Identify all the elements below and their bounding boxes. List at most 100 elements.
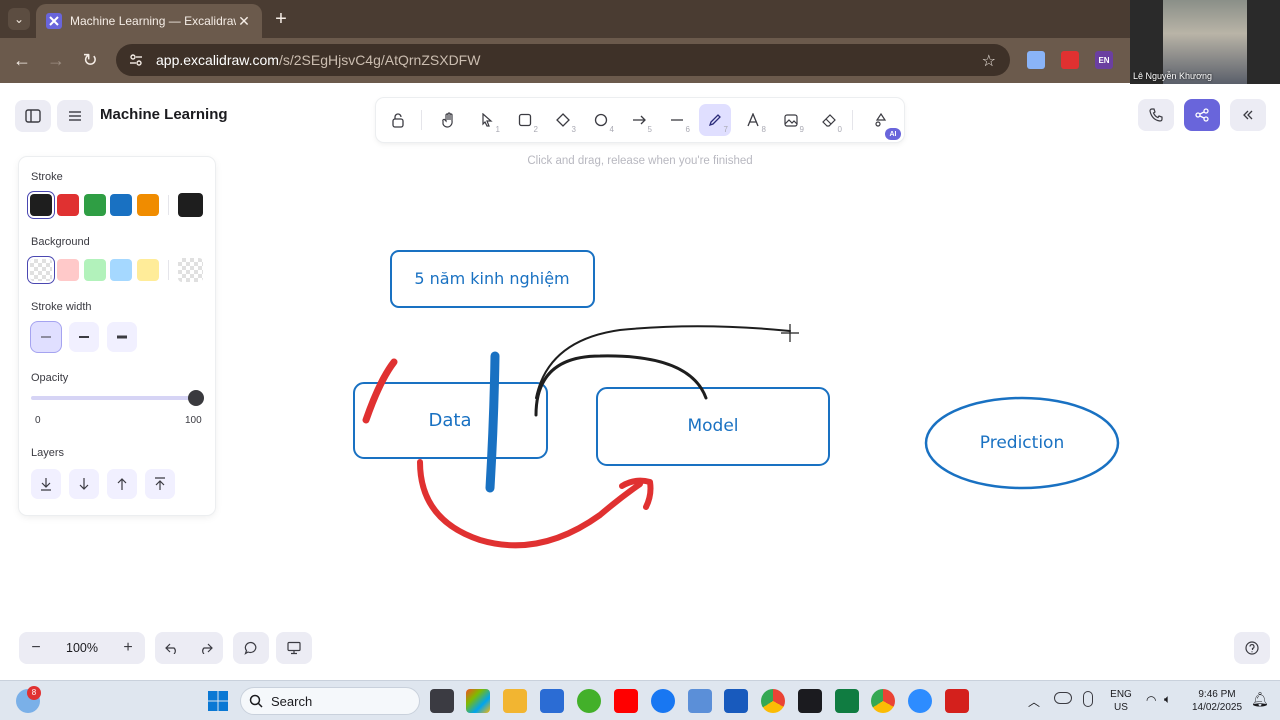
tool-lock[interactable] xyxy=(382,104,414,136)
background-swatch-transparent[interactable] xyxy=(30,259,52,281)
taskbar-search[interactable]: Search xyxy=(240,687,420,715)
extension-icon[interactable] xyxy=(1061,51,1079,69)
tab-close-icon[interactable]: ✕ xyxy=(236,13,252,30)
webcam-overlay: Lê Nguyễn Khương xyxy=(1130,0,1280,84)
comments-button[interactable] xyxy=(233,632,269,664)
search-label: Search xyxy=(271,693,313,709)
windows-taskbar: 8 Search ︿ ENG US ◠ 🔈︎ 9:46 PM 14/02/2025 … xyxy=(0,680,1280,720)
comment-icon xyxy=(244,641,257,655)
reload-button[interactable]: ↻ xyxy=(78,48,102,72)
tool-eraser[interactable]: 0 xyxy=(813,104,845,136)
tray-chevron-icon[interactable]: ︿ xyxy=(1028,693,1040,710)
main-menu-button[interactable] xyxy=(57,100,93,132)
document-title[interactable]: Machine Learning xyxy=(100,106,228,123)
tool-rectangle[interactable]: 2 xyxy=(509,104,541,136)
tool-hand[interactable] xyxy=(433,104,465,136)
stroke-swatch-green[interactable] xyxy=(84,194,106,216)
rectangle-icon xyxy=(518,113,532,127)
notion-icon[interactable] xyxy=(798,689,822,713)
background-current-color[interactable] xyxy=(178,258,203,282)
file-explorer-icon[interactable] xyxy=(503,689,527,713)
language-indicator[interactable]: ENG US xyxy=(1104,688,1138,714)
background-swatch-green[interactable] xyxy=(84,259,106,281)
clock[interactable]: 9:46 PM 14/02/2025 xyxy=(1186,688,1248,714)
tool-line[interactable]: 6 xyxy=(661,104,693,136)
bring-to-front-button[interactable] xyxy=(145,469,175,499)
blue-freehand-stroke[interactable] xyxy=(485,351,500,493)
bring-forward-button[interactable] xyxy=(107,469,137,499)
opacity-slider-thumb[interactable] xyxy=(188,390,204,406)
tool-diamond[interactable]: 3 xyxy=(547,104,579,136)
red-freehand-stroke[interactable] xyxy=(362,358,398,424)
undo-button[interactable] xyxy=(155,632,189,664)
site-info-icon[interactable] xyxy=(128,52,144,68)
stroke-swatch-black[interactable] xyxy=(30,194,52,216)
zoom-level[interactable]: 100% xyxy=(53,641,111,655)
app-icon-green[interactable] xyxy=(577,689,601,713)
black-freehand-arc[interactable] xyxy=(534,354,708,417)
help-button[interactable] xyxy=(1234,632,1270,664)
tool-extra[interactable]: AI xyxy=(865,104,901,140)
presentation-button[interactable] xyxy=(276,632,312,664)
hamburger-icon xyxy=(69,111,81,121)
tool-ellipse[interactable]: 4 xyxy=(585,104,617,136)
prediction-label: Prediction xyxy=(980,433,1064,453)
send-backward-button[interactable] xyxy=(69,469,99,499)
red-curved-arrow[interactable] xyxy=(417,459,643,549)
microphone-icon[interactable] xyxy=(1083,691,1093,707)
windows-start-icon[interactable] xyxy=(206,689,230,713)
wifi-icon[interactable]: ◠ xyxy=(1146,693,1156,707)
tool-selection[interactable]: 1 xyxy=(471,104,503,136)
image-icon xyxy=(784,113,798,127)
sidebar-toggle-button[interactable] xyxy=(15,100,51,132)
background-swatch-blue[interactable] xyxy=(110,259,132,281)
arrow-down-icon xyxy=(79,478,89,490)
stroke-swatch-red[interactable] xyxy=(57,194,79,216)
collapse-sidebar-button[interactable] xyxy=(1230,99,1266,131)
url-field[interactable]: app.excalidraw.com/s/2SEgHjsvC4g/AtQrnZS… xyxy=(116,44,1010,76)
chrome-profile-icon[interactable] xyxy=(871,689,895,713)
send-to-back-button[interactable] xyxy=(31,469,61,499)
copilot-icon[interactable] xyxy=(466,689,490,713)
opacity-slider-track[interactable] xyxy=(31,396,199,400)
docs-extension-icon[interactable] xyxy=(1027,51,1045,69)
tool-text[interactable]: 8 xyxy=(737,104,769,136)
youtube-icon[interactable] xyxy=(614,689,638,713)
stroke-width-bold[interactable] xyxy=(69,322,99,352)
redo-button[interactable] xyxy=(189,632,223,664)
zoom-icon[interactable] xyxy=(908,689,932,713)
browser-tab[interactable]: Machine Learning — Excalidraw Plus ✕ xyxy=(36,4,262,38)
facebook-icon[interactable] xyxy=(651,689,675,713)
background-swatch-yellow[interactable] xyxy=(137,259,159,281)
redo-icon xyxy=(202,643,213,654)
call-button[interactable] xyxy=(1138,99,1174,131)
stroke-width-extra-bold[interactable] xyxy=(107,322,137,352)
forward-button[interactable]: → xyxy=(44,48,68,72)
tool-image[interactable]: 9 xyxy=(775,104,807,136)
word-icon[interactable] xyxy=(724,689,748,713)
tool-arrow[interactable]: 5 xyxy=(623,104,655,136)
tab-search-button[interactable]: ⌄ xyxy=(8,8,30,30)
back-button[interactable]: ← xyxy=(10,48,34,72)
task-view-icon[interactable] xyxy=(430,689,454,713)
zoom-in-button[interactable]: + xyxy=(111,632,145,664)
photos-icon[interactable] xyxy=(688,689,712,713)
excel-icon[interactable] xyxy=(835,689,859,713)
acrobat-icon[interactable] xyxy=(945,689,969,713)
chrome-icon[interactable] xyxy=(761,689,785,713)
onedrive-icon[interactable] xyxy=(1054,692,1072,704)
language-extension-icon[interactable]: EN xyxy=(1095,51,1113,69)
stroke-width-thin[interactable] xyxy=(31,322,61,352)
tool-draw[interactable]: 7 xyxy=(699,104,731,136)
notifications-bell-icon[interactable]: 🔔︎ xyxy=(1251,691,1269,708)
background-swatch-pink[interactable] xyxy=(57,259,79,281)
store-icon[interactable] xyxy=(540,689,564,713)
stroke-swatch-orange[interactable] xyxy=(137,194,159,216)
share-button[interactable] xyxy=(1184,99,1220,131)
new-tab-button[interactable]: + xyxy=(270,8,292,30)
zoom-out-button[interactable]: − xyxy=(19,632,53,664)
stroke-current-color[interactable] xyxy=(178,193,203,217)
stroke-swatch-blue[interactable] xyxy=(110,194,132,216)
volume-icon[interactable]: 🔈︎ xyxy=(1164,692,1171,707)
bookmark-star-icon[interactable]: ☆ xyxy=(982,51,996,71)
